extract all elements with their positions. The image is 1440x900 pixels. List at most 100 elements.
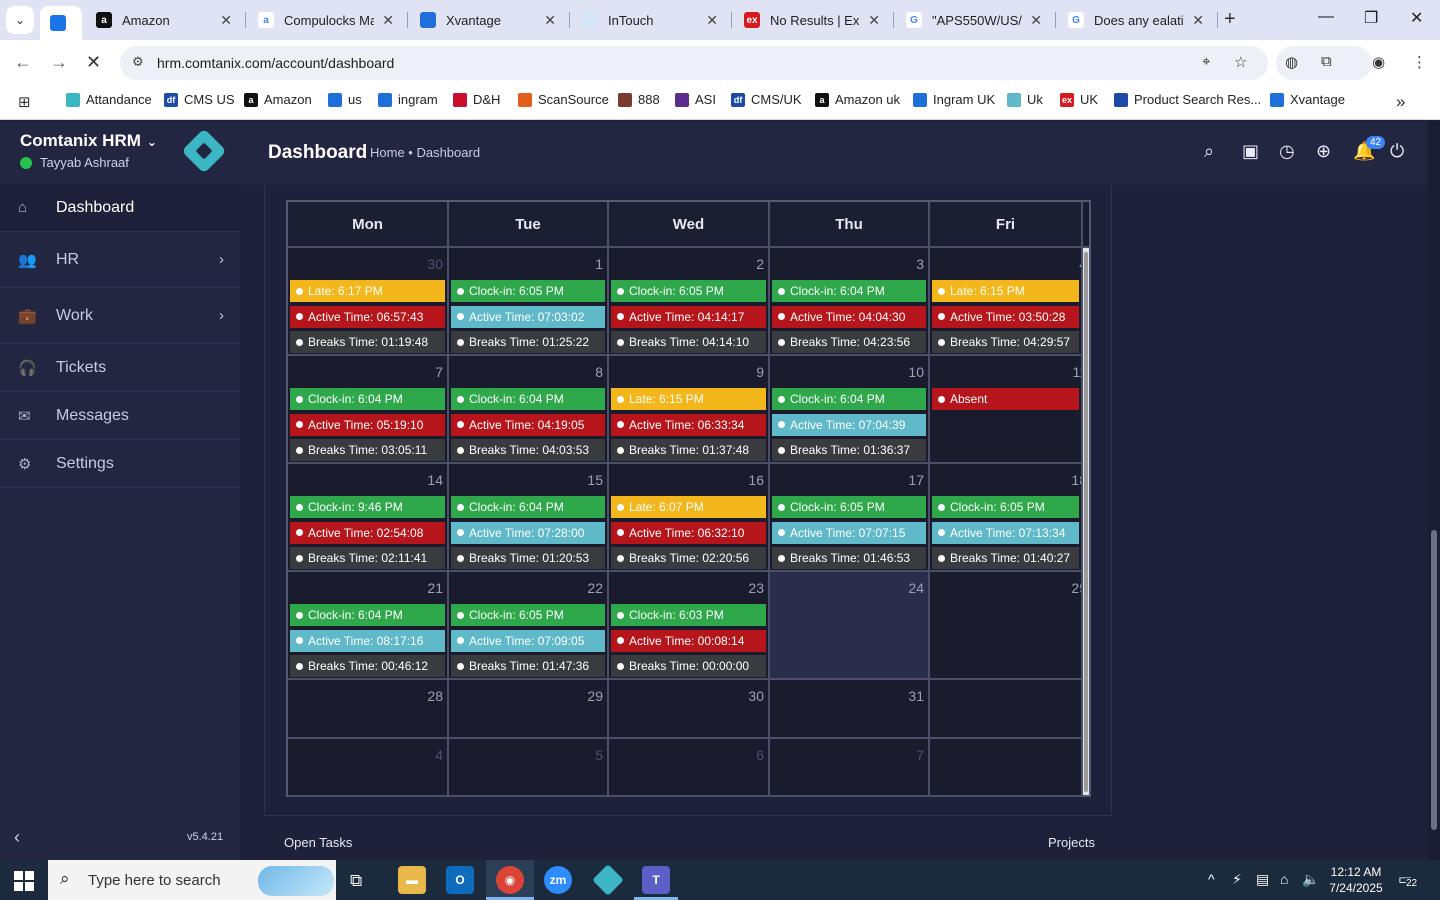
attendance-event[interactable]: Clock-in: 6:04 PM [290, 604, 445, 626]
attendance-event[interactable]: Breaks Time: 02:11:41 [290, 547, 445, 569]
attendance-event[interactable]: Breaks Time: 01:20:53 [451, 547, 605, 569]
attendance-event[interactable]: Active Time: 08:17:16 [290, 629, 445, 652]
close-window-button[interactable]: ✕ [1410, 8, 1423, 28]
calendar-day-cell[interactable]: 22 Clock-in: 6:05 PM Active Time: 07:09:05… [449, 572, 609, 680]
tab[interactable]: G "APS550W/US/E ✕ [896, 6, 1052, 34]
bookmark-item[interactable]: Attandance [66, 92, 152, 107]
tab[interactable]: a Compulocks Mac ✕ [248, 6, 404, 34]
bookmark-item[interactable]: df CMS/UK [731, 92, 802, 107]
attendance-event[interactable]: Breaks Time: 01:19:48 [290, 331, 445, 353]
attendance-event[interactable]: Breaks Time: 01:36:37 [772, 439, 926, 461]
calendar-day-cell[interactable]: 18 Clock-in: 6:05 PM Active Time: 07:13:34… [930, 464, 1083, 572]
attendance-event[interactable]: Breaks Time: 01:47:36 [451, 655, 605, 677]
attendance-event[interactable]: Clock-in: 6:04 PM [451, 496, 605, 518]
attendance-event[interactable]: Active Time: 07:07:15 [772, 521, 926, 544]
calendar-day-cell[interactable]: 2 Clock-in: 6:05 PM Active Time: 04:14:17 B… [609, 248, 770, 356]
collapse-sidebar-icon[interactable]: ‹ [14, 827, 20, 848]
attendance-event[interactable]: Late: 6:07 PM [611, 496, 766, 518]
bookmark-item[interactable]: ingram [378, 92, 438, 107]
attendance-event[interactable]: Active Time: 06:57:43 [290, 305, 445, 328]
attendance-event[interactable]: Active Time: 05:19:10 [290, 413, 445, 436]
attendance-event[interactable]: Active Time: 07:04:39 [772, 413, 926, 436]
taskbar-search[interactable]: ⌕ Type here to search [48, 860, 336, 900]
tab[interactable]: InTouch ✕ [572, 6, 728, 34]
attendance-event[interactable]: Late: 6:17 PM [290, 280, 445, 302]
attendance-event[interactable]: Breaks Time: 04:14:10 [611, 331, 766, 353]
attendance-event[interactable]: Late: 6:15 PM [611, 388, 766, 410]
attendance-event[interactable]: Breaks Time: 03:05:11 [290, 439, 445, 461]
tab-search-button[interactable]: ⌄ [6, 6, 34, 34]
calendar-day-cell[interactable]: 30 [609, 680, 770, 739]
sidebar-item-dashboard[interactable]: ⌂ Dashboard [0, 184, 240, 232]
apps-grid-icon[interactable]: ⊞ [18, 93, 31, 111]
attendance-event[interactable]: Breaks Time: 00:00:00 [611, 655, 766, 677]
calendar-day-cell[interactable]: 1 Clock-in: 6:05 PM Active Time: 07:03:02 B… [449, 248, 609, 356]
attendance-event[interactable]: Clock-in: 6:05 PM [932, 496, 1079, 518]
attendance-event[interactable]: Clock-in: 6:05 PM [772, 496, 926, 518]
attendance-event[interactable]: Breaks Time: 04:29:57 [932, 331, 1079, 353]
brand-switcher[interactable]: Comtanix HRM ⌄ [20, 131, 157, 151]
new-tab-button[interactable]: + [1224, 8, 1236, 31]
attendance-event[interactable]: Breaks Time: 04:03:53 [451, 439, 605, 461]
clock-icon[interactable]: ◷ [1279, 141, 1295, 162]
translate-icon[interactable]: ◍ [1285, 53, 1298, 71]
stop-loading-button[interactable]: ✕ [86, 52, 101, 73]
attendance-event[interactable]: Active Time: 04:04:30 [772, 305, 926, 328]
attendance-event[interactable]: Clock-in: 9:46 PM [290, 496, 445, 518]
attendance-event[interactable]: Breaks Time: 01:40:27 [932, 547, 1079, 569]
bookmark-item[interactable]: a Amazon [244, 92, 312, 107]
attendance-event[interactable]: Breaks Time: 00:46:12 [290, 655, 445, 677]
calendar-day-cell[interactable]: 29 [449, 680, 609, 739]
page-scrollbar-thumb[interactable] [1431, 530, 1437, 830]
search-icon[interactable]: ⌕ [1204, 141, 1214, 162]
attendance-event[interactable]: Active Time: 02:54:08 [290, 521, 445, 544]
calendar-day-cell[interactable]: 9 Late: 6:15 PM Active Time: 06:33:34 Break… [609, 356, 770, 464]
breadcrumb[interactable]: Home • Dashboard [370, 145, 480, 160]
close-tab-icon[interactable]: ✕ [706, 12, 718, 29]
attendance-event[interactable]: Breaks Time: 01:46:53 [772, 547, 926, 569]
calendar-day-cell[interactable]: 6 [609, 739, 770, 797]
calendar-day-cell[interactable]: 3 Clock-in: 6:04 PM Active Time: 04:04:30 B… [770, 248, 930, 356]
zoom-icon[interactable]: zm [544, 866, 572, 894]
bookmark-item[interactable]: us [328, 92, 362, 107]
sidebar-item-settings[interactable]: ⚙ Settings [0, 440, 240, 488]
windows-start-icon[interactable] [14, 871, 34, 891]
attendance-event[interactable]: Breaks Time: 01:25:22 [451, 331, 605, 353]
calendar-day-cell[interactable]: 4 [288, 739, 449, 797]
calendar-day-cell[interactable]: 7 Clock-in: 6:04 PM Active Time: 05:19:10 B… [288, 356, 449, 464]
close-tab-icon[interactable]: ✕ [544, 12, 556, 29]
attendance-event[interactable]: Clock-in: 6:04 PM [290, 388, 445, 410]
feather-icon[interactable]: ⚡ [1232, 871, 1242, 888]
network-icon[interactable]: ⌂ [1280, 871, 1288, 887]
show-hidden-icons[interactable]: ^ [1208, 871, 1215, 887]
volume-icon[interactable]: 🔈 [1302, 871, 1319, 888]
sidebar-item-work[interactable]: 💼 Work › [0, 288, 240, 344]
attendance-event[interactable]: Clock-in: 6:04 PM [772, 388, 926, 410]
calendar-day-cell[interactable]: 25 [930, 572, 1083, 680]
site-info-icon[interactable]: ⚙ [132, 54, 144, 70]
notes-icon[interactable]: ▣ [1242, 141, 1259, 162]
attendance-event[interactable]: Active Time: 03:50:28 [932, 305, 1079, 328]
attendance-event[interactable]: Clock-in: 6:03 PM [611, 604, 766, 626]
sidebar-item-messages[interactable]: ✉ Messages [0, 392, 240, 440]
bookmark-item[interactable]: Uk [1007, 92, 1043, 107]
minimize-button[interactable]: — [1318, 8, 1334, 26]
address-bar[interactable]: ⚙ hrm.comtanix.com/account/dashboard ⌖ ☆ [120, 46, 1268, 80]
calendar-day-cell[interactable]: 15 Clock-in: 6:04 PM Active Time: 07:28:00… [449, 464, 609, 572]
attendance-event[interactable]: Clock-in: 6:05 PM [451, 604, 605, 626]
calendar-day-cell[interactable]: 30 Late: 6:17 PM Active Time: 06:57:43 Brea… [288, 248, 449, 356]
attendance-event[interactable]: Clock-in: 6:05 PM [611, 280, 766, 302]
task-view-icon[interactable]: ⧉ [350, 871, 362, 891]
extensions-icon[interactable]: ⧉ [1321, 53, 1332, 70]
calendar-day-cell[interactable]: 14 Clock-in: 9:46 PM Active Time: 02:54:08… [288, 464, 449, 572]
attendance-event[interactable]: Active Time: 06:32:10 [611, 521, 766, 544]
calendar-day-cell[interactable] [930, 739, 1083, 797]
bookmark-item[interactable]: df CMS US [164, 92, 235, 107]
calendar-day-cell[interactable]: 17 Clock-in: 6:05 PM Active Time: 07:07:15… [770, 464, 930, 572]
calendar-day-cell[interactable]: 8 Clock-in: 6:04 PM Active Time: 04:19:05 B… [449, 356, 609, 464]
calendar-day-cell[interactable]: 16 Late: 6:07 PM Active Time: 06:32:10 Brea… [609, 464, 770, 572]
attendance-event[interactable]: Breaks Time: 01:37:48 [611, 439, 766, 461]
add-icon[interactable]: ⊕ [1316, 141, 1331, 162]
attendance-event[interactable]: Clock-in: 6:05 PM [451, 280, 605, 302]
tab[interactable]: Xvantage ✕ [410, 6, 566, 34]
